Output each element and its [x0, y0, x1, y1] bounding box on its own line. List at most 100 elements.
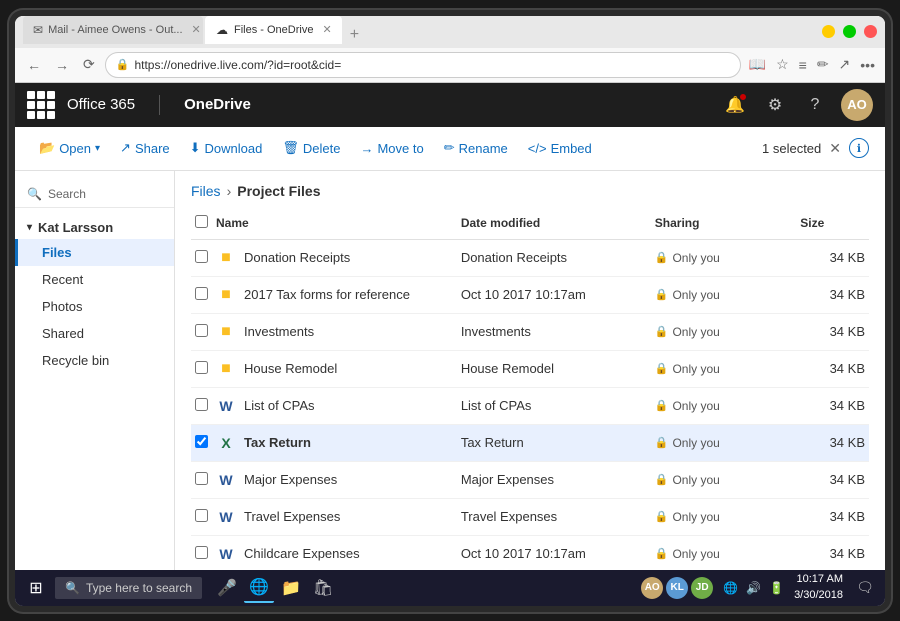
sidebar-user-header[interactable]: ▾ Kat Larsson	[15, 216, 174, 239]
table-row[interactable]: ■ Investments Investments 🔒 Only you 34 …	[191, 313, 869, 350]
share-browser-button[interactable]: ↗	[837, 54, 853, 75]
search-box[interactable]: 🔍 Search	[15, 181, 174, 208]
forward-button[interactable]: →	[51, 55, 73, 75]
notification-badge	[739, 93, 747, 101]
row-checkbox[interactable]	[195, 361, 208, 374]
open-button[interactable]: 📂 Open ▾	[31, 134, 108, 162]
taskbar-clock[interactable]: 10:17 AM 3/30/2018	[794, 572, 843, 603]
download-button[interactable]: ⬇ Download	[182, 134, 271, 162]
row-checkbox[interactable]	[195, 398, 208, 411]
header-name[interactable]: Name	[212, 207, 457, 240]
taskbar-store[interactable]: 🛍	[308, 573, 338, 603]
tab-onedrive-label: Files - OneDrive	[234, 24, 313, 36]
table-row[interactable]: W Travel Expenses Travel Expenses 🔒 Only…	[191, 498, 869, 535]
tab-onedrive[interactable]: ☁ Files - OneDrive ✕	[205, 16, 342, 44]
waffle-dot	[47, 91, 55, 99]
table-row[interactable]: W List of CPAs List of CPAs 🔒 Only you 3…	[191, 387, 869, 424]
table-row[interactable]: X Tax Return Tax Return 🔒 Only you 34 KB	[191, 424, 869, 461]
sharing-text: Only you	[672, 510, 719, 524]
header-sharing[interactable]: Sharing	[651, 207, 796, 240]
notes-button[interactable]: ✏	[815, 54, 831, 75]
row-checkbox[interactable]	[195, 435, 208, 448]
row-checkbox[interactable]	[195, 324, 208, 337]
tab-onedrive-close[interactable]: ✕	[322, 23, 331, 36]
rename-button[interactable]: ✏ Rename	[436, 134, 516, 162]
row-checkbox[interactable]	[195, 287, 208, 300]
row-checkbox[interactable]	[195, 250, 208, 263]
selected-info: 1 selected ✕ ℹ	[762, 138, 869, 158]
tray-avatar-2[interactable]: KL	[666, 577, 688, 599]
open-icon: 📂	[39, 140, 55, 156]
more-button[interactable]: •••	[858, 55, 877, 75]
share-button[interactable]: ↗ Share	[112, 134, 178, 162]
hub-button[interactable]: ≡	[797, 55, 809, 75]
info-button[interactable]: ℹ	[849, 138, 869, 158]
tab-mail-close[interactable]: ✕	[192, 23, 201, 36]
help-button[interactable]: ?	[801, 91, 829, 119]
notification-center[interactable]: 🗨	[851, 574, 879, 602]
embed-button[interactable]: </> Embed	[520, 135, 600, 162]
row-checkbox[interactable]	[195, 546, 208, 559]
clock-time: 10:17 AM	[794, 572, 843, 587]
sidebar-item-files[interactable]: Files	[15, 239, 174, 266]
sidebar-item-recycle[interactable]: Recycle bin	[15, 347, 174, 374]
waffle-dot	[37, 91, 45, 99]
back-button[interactable]: ←	[23, 55, 45, 75]
o365-office-label: Office 365	[67, 96, 135, 113]
taskbar-edge[interactable]: 🌐	[244, 573, 274, 603]
header-size[interactable]: Size	[796, 207, 869, 240]
folder-icon: ■	[221, 323, 231, 341]
file-modified: Tax Return	[457, 424, 651, 461]
file-size: 34 KB	[796, 387, 869, 424]
window-close[interactable]	[864, 25, 877, 38]
select-all-checkbox[interactable]	[195, 215, 208, 228]
sidebar-item-photos[interactable]: Photos	[15, 293, 174, 320]
tray-icons: 🌐 🔊 🔋	[721, 579, 786, 597]
delete-label: Delete	[303, 141, 341, 156]
sidebar-item-recent[interactable]: Recent	[15, 266, 174, 293]
window-minimize[interactable]	[822, 25, 835, 38]
tray-volume[interactable]: 🔊	[744, 579, 763, 597]
notification-button[interactable]: 🔔	[721, 91, 749, 119]
row-checkbox[interactable]	[195, 472, 208, 485]
window-maximize[interactable]	[843, 25, 856, 38]
table-row[interactable]: ■ House Remodel House Remodel 🔒 Only you…	[191, 350, 869, 387]
sharing-text: Only you	[672, 325, 719, 339]
reader-view-button[interactable]: 📖	[747, 54, 768, 75]
address-bar[interactable]: 🔒 https://onedrive.live.com/?id=root&cid…	[105, 52, 741, 78]
breadcrumb-parent[interactable]: Files	[191, 183, 221, 199]
file-name: House Remodel	[244, 361, 337, 376]
file-modified: Travel Expenses	[457, 498, 651, 535]
table-row[interactable]: ■ Donation Receipts Donation Receipts 🔒 …	[191, 239, 869, 276]
taskbar-cortana[interactable]: 🎤	[212, 573, 242, 603]
file-size: 34 KB	[796, 535, 869, 570]
sidebar-item-shared[interactable]: Shared	[15, 320, 174, 347]
table-row[interactable]: ■ 2017 Tax forms for reference Oct 10 20…	[191, 276, 869, 313]
refresh-button[interactable]: ⟳	[79, 54, 99, 75]
open-label: Open	[59, 141, 91, 156]
settings-button[interactable]: ⚙	[761, 91, 789, 119]
o365-action-icons: 🔔 ⚙ ? AO	[721, 89, 873, 121]
new-tab-button[interactable]: +	[344, 26, 365, 44]
header-modified[interactable]: Date modified	[457, 207, 651, 240]
favorites-button[interactable]: ☆	[774, 54, 791, 75]
tray-network[interactable]: 🌐	[721, 579, 740, 597]
tray-avatar-1[interactable]: AO	[641, 577, 663, 599]
delete-button[interactable]: 🗑 Delete	[274, 134, 348, 162]
user-avatar[interactable]: AO	[841, 89, 873, 121]
file-size: 34 KB	[796, 498, 869, 535]
start-button[interactable]: ⊞	[21, 573, 51, 603]
waffle-menu[interactable]	[27, 91, 55, 119]
file-modified: List of CPAs	[457, 387, 651, 424]
taskbar-search[interactable]: 🔍 Type here to search	[55, 577, 202, 599]
browser-tabs: ✉ Mail - Aimee Owens - Out... ✕ ☁ Files …	[23, 20, 816, 44]
tray-avatar-3[interactable]: JD	[691, 577, 713, 599]
deselect-button[interactable]: ✕	[829, 140, 841, 157]
moveto-button[interactable]: → Move to	[352, 135, 431, 162]
table-row[interactable]: W Major Expenses Major Expenses 🔒 Only y…	[191, 461, 869, 498]
tray-battery[interactable]: 🔋	[767, 579, 786, 597]
row-checkbox[interactable]	[195, 509, 208, 522]
tab-mail[interactable]: ✉ Mail - Aimee Owens - Out... ✕	[23, 16, 203, 44]
taskbar-explorer[interactable]: 📁	[276, 573, 306, 603]
table-row[interactable]: W Childcare Expenses Oct 10 2017 10:17am…	[191, 535, 869, 570]
